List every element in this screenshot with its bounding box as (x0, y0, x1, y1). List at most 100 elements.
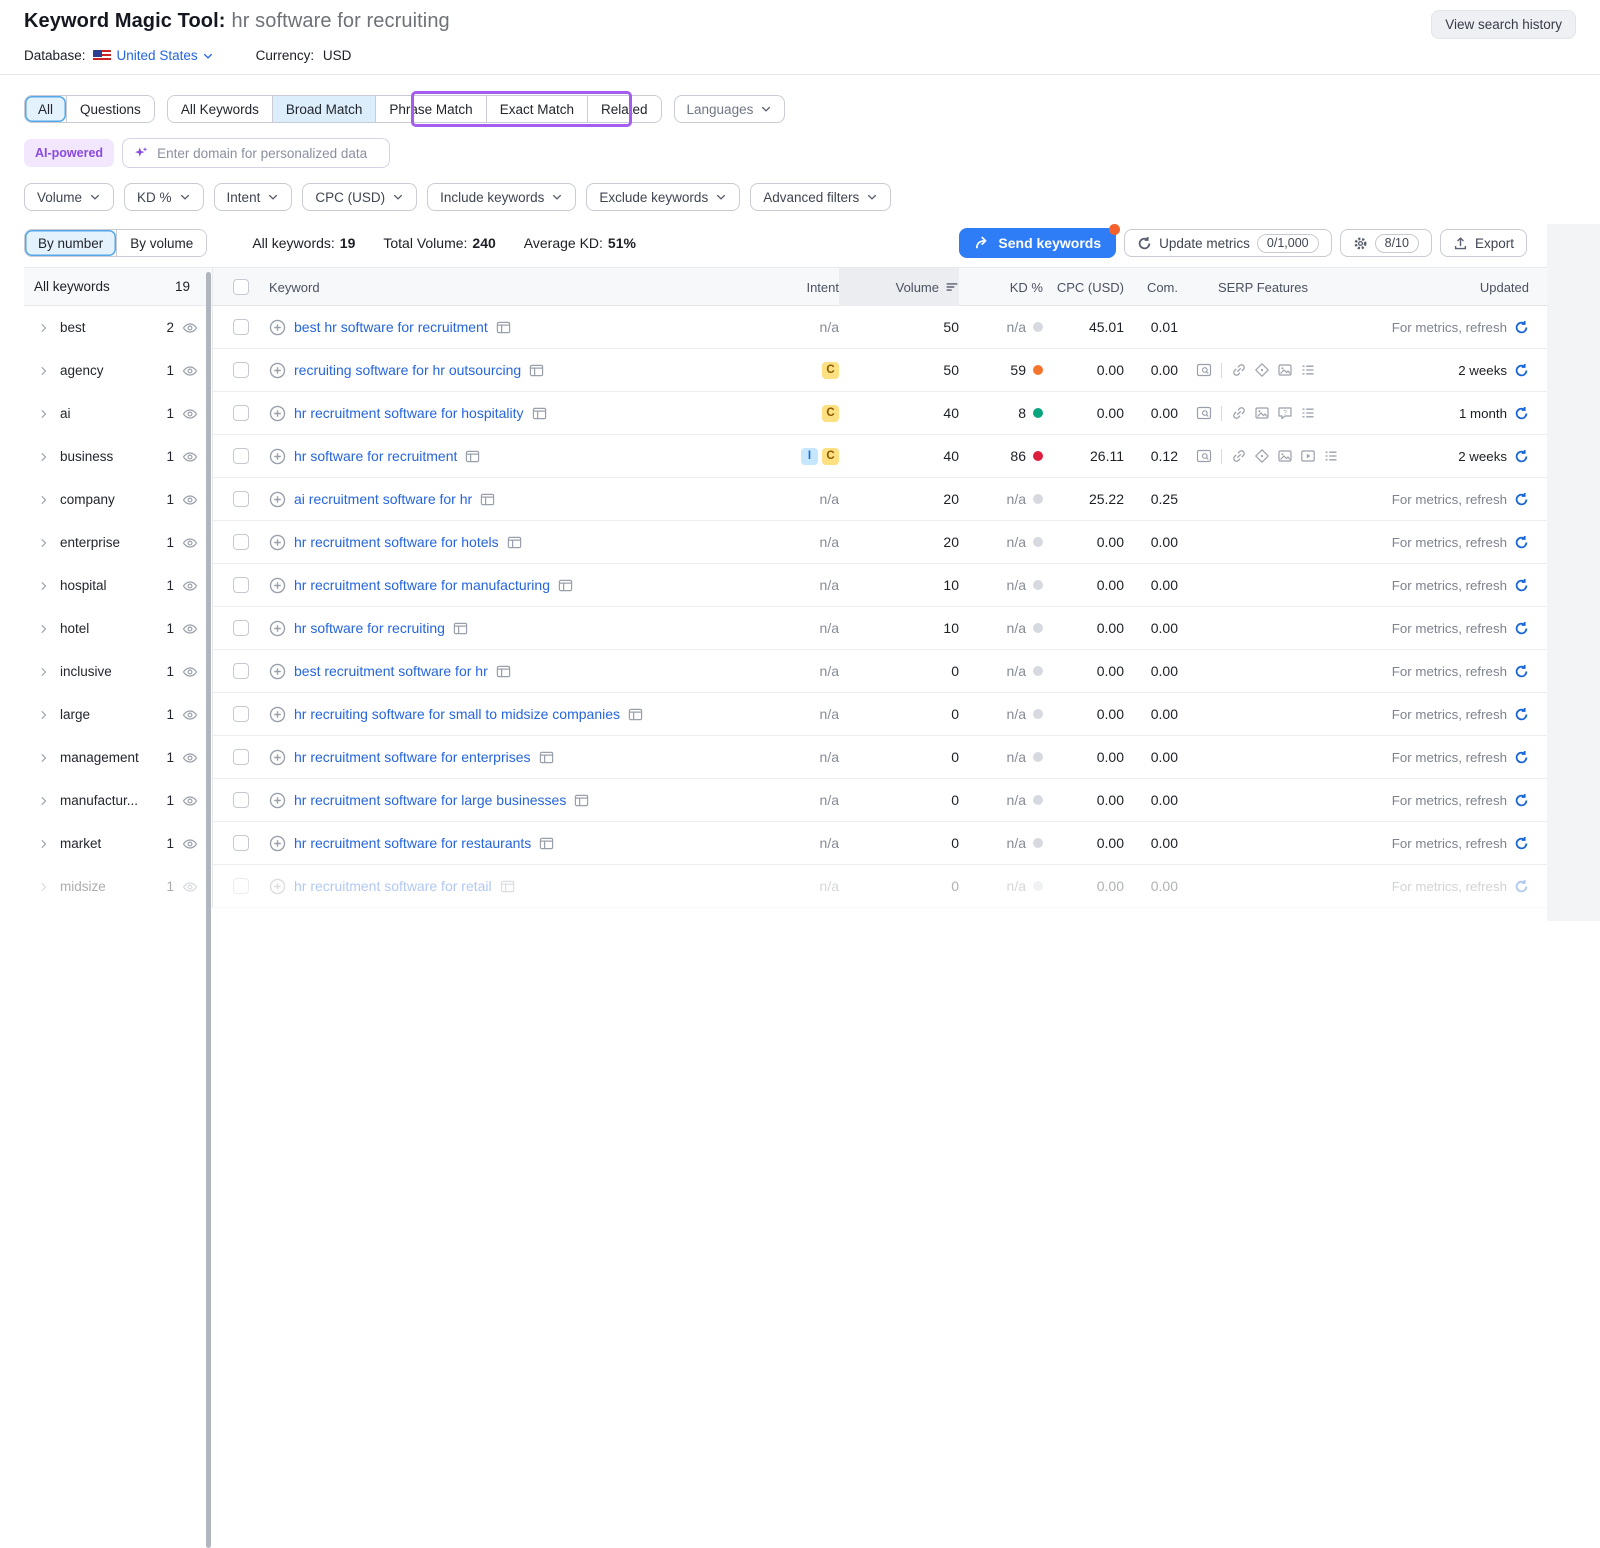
refresh-icon[interactable] (1514, 363, 1529, 378)
tab-related[interactable]: Related (587, 96, 661, 122)
eye-icon[interactable] (182, 492, 198, 508)
add-keyword-icon[interactable] (269, 749, 286, 766)
tab-all[interactable]: All (25, 96, 66, 122)
col-volume[interactable]: Volume (839, 268, 959, 306)
sidebar-group-business[interactable]: business 1 (24, 435, 212, 478)
row-checkbox[interactable] (233, 663, 249, 679)
tab-broad-match[interactable]: Broad Match (272, 96, 376, 122)
tab-all-keywords[interactable]: All Keywords (168, 96, 272, 122)
serp-card-icon[interactable] (539, 750, 554, 765)
refresh-icon[interactable] (1514, 406, 1529, 421)
eye-icon[interactable] (182, 750, 198, 766)
view-search-history-button[interactable]: View search history (1431, 10, 1576, 39)
refresh-icon[interactable] (1514, 449, 1529, 464)
tab-exact-match[interactable]: Exact Match (486, 96, 587, 122)
col-keyword[interactable]: Keyword (269, 280, 769, 295)
keyword-link[interactable]: recruiting software for hr outsourcing (294, 362, 521, 378)
row-checkbox[interactable] (233, 448, 249, 464)
add-keyword-icon[interactable] (269, 878, 286, 895)
keyword-link[interactable]: best hr software for recruitment (294, 319, 488, 335)
serp-card-icon[interactable] (465, 449, 480, 464)
refresh-icon[interactable] (1514, 664, 1529, 679)
sidebar-group-inclusive[interactable]: inclusive 1 (24, 650, 212, 693)
keyword-link[interactable]: hr software for recruitment (294, 448, 457, 464)
keyword-link[interactable]: hr recruitment software for hotels (294, 534, 499, 550)
keyword-link[interactable]: hr recruitment software for hospitality (294, 405, 524, 421)
serp-card-icon[interactable] (496, 664, 511, 679)
refresh-icon[interactable] (1514, 793, 1529, 808)
eye-icon[interactable] (182, 793, 198, 809)
settings-button[interactable]: 8/10 (1340, 229, 1432, 257)
refresh-icon[interactable] (1514, 578, 1529, 593)
eye-icon[interactable] (182, 664, 198, 680)
col-updated[interactable]: Updated (1348, 280, 1529, 295)
refresh-icon[interactable] (1514, 535, 1529, 550)
filter-intent-dropdown[interactable]: Intent (214, 183, 293, 211)
col-serp-features[interactable]: SERP Features (1178, 280, 1348, 295)
languages-dropdown[interactable]: Languages (674, 95, 786, 123)
add-keyword-icon[interactable] (269, 534, 286, 551)
keyword-link[interactable]: hr software for recruiting (294, 620, 445, 636)
keyword-link[interactable]: hr recruiting software for small to mids… (294, 706, 620, 722)
sidebar-group-agency[interactable]: agency 1 (24, 349, 212, 392)
sidebar-group-company[interactable]: company 1 (24, 478, 212, 521)
col-kd[interactable]: KD % (959, 280, 1043, 295)
refresh-icon[interactable] (1514, 621, 1529, 636)
serp-card-icon[interactable] (496, 320, 511, 335)
add-keyword-icon[interactable] (269, 706, 286, 723)
export-button[interactable]: Export (1440, 229, 1527, 257)
sidebar-group-manufactur[interactable]: manufactur... 1 (24, 779, 212, 822)
serp-card-icon[interactable] (532, 406, 547, 421)
keyword-link[interactable]: hr recruitment software for enterprises (294, 749, 531, 765)
sidebar-group-ai[interactable]: ai 1 (24, 392, 212, 435)
refresh-icon[interactable] (1514, 320, 1529, 335)
keyword-link[interactable]: best recruitment software for hr (294, 663, 488, 679)
by-volume-toggle[interactable]: By volume (116, 230, 206, 256)
sidebar-group-hospital[interactable]: hospital 1 (24, 564, 212, 607)
add-keyword-icon[interactable] (269, 620, 286, 637)
add-keyword-icon[interactable] (269, 405, 286, 422)
eye-icon[interactable] (182, 363, 198, 379)
sidebar-group-best[interactable]: best 2 (24, 306, 212, 349)
row-checkbox[interactable] (233, 491, 249, 507)
sidebar-group-hotel[interactable]: hotel 1 (24, 607, 212, 650)
row-checkbox[interactable] (233, 405, 249, 421)
add-keyword-icon[interactable] (269, 491, 286, 508)
keyword-link[interactable]: hr recruitment software for restaurants (294, 835, 531, 851)
serp-card-icon[interactable] (539, 836, 554, 851)
eye-icon[interactable] (182, 707, 198, 723)
keyword-link[interactable]: ai recruitment software for hr (294, 491, 472, 507)
sidebar-group-enterprise[interactable]: enterprise 1 (24, 521, 212, 564)
refresh-icon[interactable] (1514, 879, 1529, 894)
col-com[interactable]: Com. (1124, 280, 1178, 295)
filter-volume-dropdown[interactable]: Volume (24, 183, 114, 211)
serp-card-icon[interactable] (480, 492, 495, 507)
col-cpc[interactable]: CPC (USD) (1043, 280, 1124, 295)
serp-card-icon[interactable] (628, 707, 643, 722)
row-checkbox[interactable] (233, 792, 249, 808)
eye-icon[interactable] (182, 621, 198, 637)
refresh-icon[interactable] (1514, 492, 1529, 507)
serp-card-icon[interactable] (574, 793, 589, 808)
refresh-icon[interactable] (1514, 836, 1529, 851)
sidebar-group-large[interactable]: large 1 (24, 693, 212, 736)
eye-icon[interactable] (182, 449, 198, 465)
keyword-link[interactable]: hr recruitment software for large busine… (294, 792, 566, 808)
serp-card-icon[interactable] (529, 363, 544, 378)
tab-questions[interactable]: Questions (66, 96, 154, 122)
filter-cpc-usd-dropdown[interactable]: CPC (USD) (302, 183, 417, 211)
filter-kd-dropdown[interactable]: KD % (124, 183, 204, 211)
add-keyword-icon[interactable] (269, 319, 286, 336)
add-keyword-icon[interactable] (269, 577, 286, 594)
refresh-icon[interactable] (1514, 707, 1529, 722)
send-keywords-button[interactable]: Send keywords (959, 228, 1116, 258)
by-number-toggle[interactable]: By number (25, 230, 116, 256)
row-checkbox[interactable] (233, 620, 249, 636)
row-checkbox[interactable] (233, 706, 249, 722)
add-keyword-icon[interactable] (269, 792, 286, 809)
eye-icon[interactable] (182, 535, 198, 551)
add-keyword-icon[interactable] (269, 835, 286, 852)
row-checkbox[interactable] (233, 577, 249, 593)
row-checkbox[interactable] (233, 749, 249, 765)
filter-advanced-filters-dropdown[interactable]: Advanced filters (750, 183, 891, 211)
